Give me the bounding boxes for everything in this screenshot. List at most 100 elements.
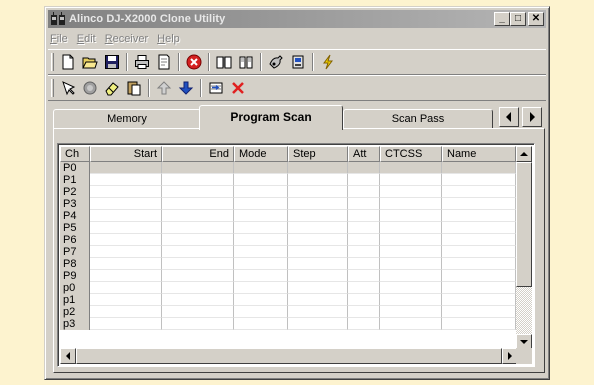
vertical-scrollbar[interactable] <box>516 146 532 350</box>
grid-cell[interactable] <box>234 294 288 306</box>
grid-cell[interactable] <box>380 186 442 198</box>
grid-cell[interactable] <box>380 222 442 234</box>
grid-cell[interactable] <box>288 258 348 270</box>
grid-cell[interactable] <box>162 198 234 210</box>
menu-edit[interactable]: Edit <box>77 33 96 45</box>
new-file-button[interactable] <box>57 51 79 73</box>
grid-cell[interactable] <box>348 258 380 270</box>
grid-cell[interactable] <box>234 174 288 186</box>
grid-cell[interactable] <box>90 186 162 198</box>
grid-cell[interactable] <box>162 318 234 330</box>
grid-cell[interactable] <box>442 282 516 294</box>
scroll-left-button[interactable] <box>60 348 76 364</box>
grid-cell[interactable] <box>442 210 516 222</box>
grid-cell[interactable] <box>288 174 348 186</box>
maximize-button[interactable]: □ <box>510 12 526 26</box>
grid-cell[interactable] <box>348 282 380 294</box>
column-header-ctcss[interactable]: CTCSS <box>380 146 442 162</box>
transfer-button[interactable] <box>287 51 309 73</box>
grid-cell[interactable] <box>234 282 288 294</box>
grid-cell[interactable] <box>348 306 380 318</box>
close-button[interactable]: ✕ <box>528 12 544 26</box>
table-row[interactable]: P8 <box>60 258 516 270</box>
grid-cell[interactable] <box>348 246 380 258</box>
grid-cell[interactable] <box>442 174 516 186</box>
toolbar-grip[interactable] <box>51 79 54 97</box>
grid-cell[interactable] <box>442 222 516 234</box>
minimize-button[interactable]: _ <box>494 12 510 26</box>
grid-cell[interactable] <box>380 318 442 330</box>
grid-cell[interactable] <box>162 174 234 186</box>
column-header-name[interactable]: Name <box>442 146 516 162</box>
program-scan-grid[interactable]: Ch Start End Mode Step Att CTCSS Name P0 P1 P2 P3 P… <box>57 143 535 367</box>
grid-cell[interactable] <box>288 318 348 330</box>
table-row[interactable]: P0 <box>60 162 516 174</box>
grid-cell[interactable] <box>234 306 288 318</box>
grid-cell[interactable] <box>380 294 442 306</box>
table-row[interactable]: P4 <box>60 210 516 222</box>
grid-cell[interactable] <box>288 282 348 294</box>
grid-cell[interactable] <box>162 294 234 306</box>
grid-cell[interactable] <box>348 186 380 198</box>
column-header-ch[interactable]: Ch <box>60 146 90 162</box>
table-row[interactable]: P9 <box>60 270 516 282</box>
grid-cell[interactable] <box>162 186 234 198</box>
column-header-step[interactable]: Step <box>288 146 348 162</box>
horizontal-scroll-thumb[interactable] <box>76 348 502 364</box>
tab-scan-pass[interactable]: Scan Pass <box>343 109 493 129</box>
grid-cell[interactable] <box>288 186 348 198</box>
grid-cell[interactable] <box>234 270 288 282</box>
table-row[interactable]: P2 <box>60 186 516 198</box>
grid-cell[interactable] <box>348 318 380 330</box>
grid-cell[interactable] <box>380 234 442 246</box>
grid-cell[interactable] <box>90 174 162 186</box>
table-row[interactable]: p1 <box>60 294 516 306</box>
grid-cell[interactable] <box>288 162 348 174</box>
move-up-button[interactable] <box>153 77 175 99</box>
connect-button[interactable] <box>265 51 287 73</box>
grid-cell[interactable] <box>234 246 288 258</box>
tab-scroll-left-button[interactable] <box>499 107 519 127</box>
print-preview-button[interactable] <box>153 51 175 73</box>
lightning-button[interactable] <box>317 51 339 73</box>
grid-cell[interactable] <box>90 270 162 282</box>
toolbar-grip[interactable] <box>51 53 54 71</box>
grid-cell[interactable] <box>442 318 516 330</box>
open-button[interactable] <box>79 51 101 73</box>
grid-cell[interactable] <box>380 174 442 186</box>
paste-button[interactable] <box>123 77 145 99</box>
menu-file[interactable]: File <box>50 33 68 45</box>
insert-row-button[interactable] <box>205 77 227 99</box>
grid-cell[interactable] <box>90 162 162 174</box>
table-row[interactable]: P6 <box>60 234 516 246</box>
column-header-att[interactable]: Att <box>348 146 380 162</box>
grid-cell[interactable] <box>380 258 442 270</box>
grid-cell[interactable] <box>162 270 234 282</box>
grid-cell[interactable] <box>234 234 288 246</box>
grid-cell[interactable] <box>234 318 288 330</box>
table-row[interactable]: P5 <box>60 222 516 234</box>
grid-cell[interactable] <box>348 234 380 246</box>
grid-cell[interactable] <box>162 258 234 270</box>
grid-cell[interactable] <box>90 306 162 318</box>
grid-cell[interactable] <box>288 210 348 222</box>
stop-button[interactable] <box>183 51 205 73</box>
grid-cell[interactable] <box>234 162 288 174</box>
column-header-mode[interactable]: Mode <box>234 146 288 162</box>
grid-cell[interactable] <box>348 294 380 306</box>
grid-cell[interactable] <box>442 258 516 270</box>
print-button[interactable] <box>131 51 153 73</box>
grid-cell[interactable] <box>234 258 288 270</box>
grid-cell[interactable] <box>162 246 234 258</box>
grid-cell[interactable] <box>288 234 348 246</box>
title-bar[interactable]: Alinco DJ-X2000 Clone Utility _ □ ✕ <box>48 10 546 28</box>
grid-cell[interactable] <box>442 294 516 306</box>
eraser-button[interactable] <box>101 77 123 99</box>
grid-cell[interactable] <box>380 198 442 210</box>
grid-cell[interactable] <box>90 258 162 270</box>
grid-cell[interactable] <box>162 222 234 234</box>
grid-cell[interactable] <box>90 222 162 234</box>
grid-cell[interactable] <box>380 246 442 258</box>
book-button[interactable] <box>235 51 257 73</box>
grid-cell[interactable] <box>348 270 380 282</box>
